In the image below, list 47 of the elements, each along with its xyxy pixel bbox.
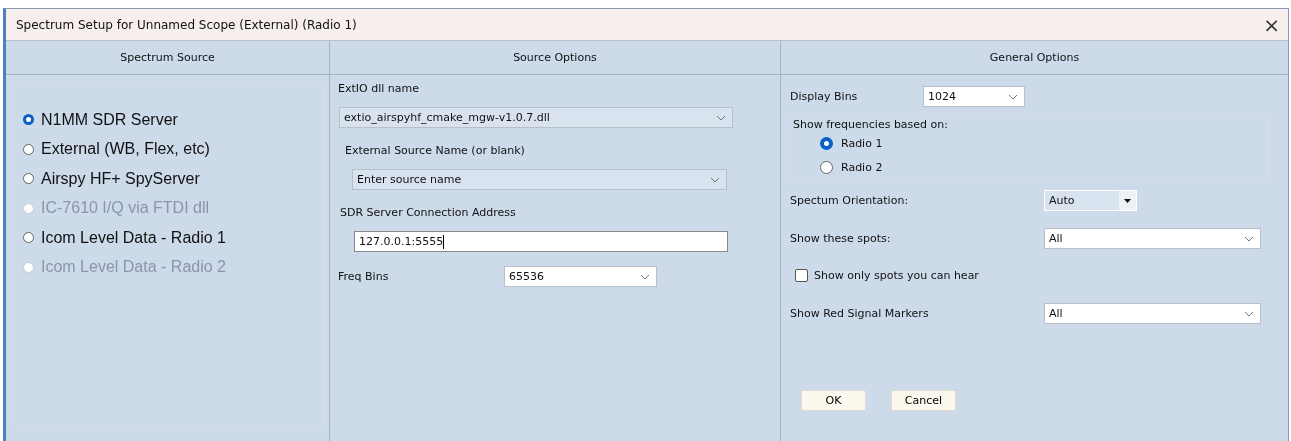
cancel-button[interactable]: Cancel xyxy=(891,390,956,411)
dropdown[interactable]: All xyxy=(1044,303,1261,324)
input-field[interactable]: 127.0.0.1:5555 xyxy=(354,231,728,252)
radio-button[interactable] xyxy=(23,114,34,126)
radio-option[interactable]: Radio 2 xyxy=(791,156,1267,179)
chevron-icon xyxy=(1244,235,1254,242)
column-header: Source Options xyxy=(330,41,780,75)
dropdown[interactable]: Enter source name xyxy=(352,169,727,190)
column-header: Spectrum Source xyxy=(6,41,329,75)
chevron-icon xyxy=(1008,93,1018,100)
field-label: Show these spots: xyxy=(790,232,892,245)
dropdown[interactable]: Auto xyxy=(1044,190,1137,211)
field-label: SDR Server Connection Address xyxy=(339,205,517,221)
chevron-icon xyxy=(716,114,726,121)
radio-option: IC-7610 I/Q via FTDI dll xyxy=(23,193,323,223)
radio-option: Icom Level Data - Radio 2 xyxy=(23,252,323,282)
radio-button[interactable] xyxy=(820,137,833,150)
field-label: Spectum Orientation: xyxy=(790,194,910,207)
radio-option[interactable]: External (WB, Flex, etc) xyxy=(23,134,323,164)
chevron-icon xyxy=(640,273,650,280)
checkbox[interactable] xyxy=(795,269,808,282)
checkbox-option[interactable]: Show only spots you can hear xyxy=(795,269,1288,282)
group-label: Show frequencies based on: xyxy=(792,118,949,131)
field-label: External Source Name (or blank) xyxy=(344,143,526,159)
radio-option[interactable]: Radio 1 xyxy=(791,132,1267,155)
ok-button[interactable]: OK xyxy=(801,390,866,411)
column-header: General Options xyxy=(781,41,1288,75)
radio-button[interactable] xyxy=(820,161,833,174)
chevron-icon xyxy=(1244,310,1254,317)
radio-option[interactable]: N1MM SDR Server xyxy=(23,105,323,135)
dropdown-arrow-icon xyxy=(1124,198,1131,203)
field-label: Display Bins xyxy=(790,90,859,103)
dropdown[interactable]: extio_airspyhf_cmake_mgw-v1.0.7.dll xyxy=(339,107,733,128)
chevron-icon xyxy=(710,176,720,183)
field-label: ExtIO dll name xyxy=(338,81,420,97)
field-label: Show Red Signal Markers xyxy=(790,307,930,320)
window-title: Spectrum Setup for Unnamed Scope (External) (Radio 1) xyxy=(16,17,357,32)
dropdown[interactable]: 1024 xyxy=(923,86,1025,107)
radio-option[interactable]: Icom Level Data - Radio 1 xyxy=(23,223,323,253)
dropdown[interactable]: 65536 xyxy=(504,266,657,287)
radio-option[interactable]: Airspy HF+ SpyServer xyxy=(23,164,323,194)
close-button[interactable]: × xyxy=(1263,14,1280,35)
dropdown[interactable]: All xyxy=(1044,228,1261,249)
radio-button[interactable] xyxy=(23,173,34,185)
radio-button[interactable] xyxy=(23,143,34,155)
field-label: Freq Bins xyxy=(338,269,390,285)
radio-button[interactable] xyxy=(23,232,34,244)
